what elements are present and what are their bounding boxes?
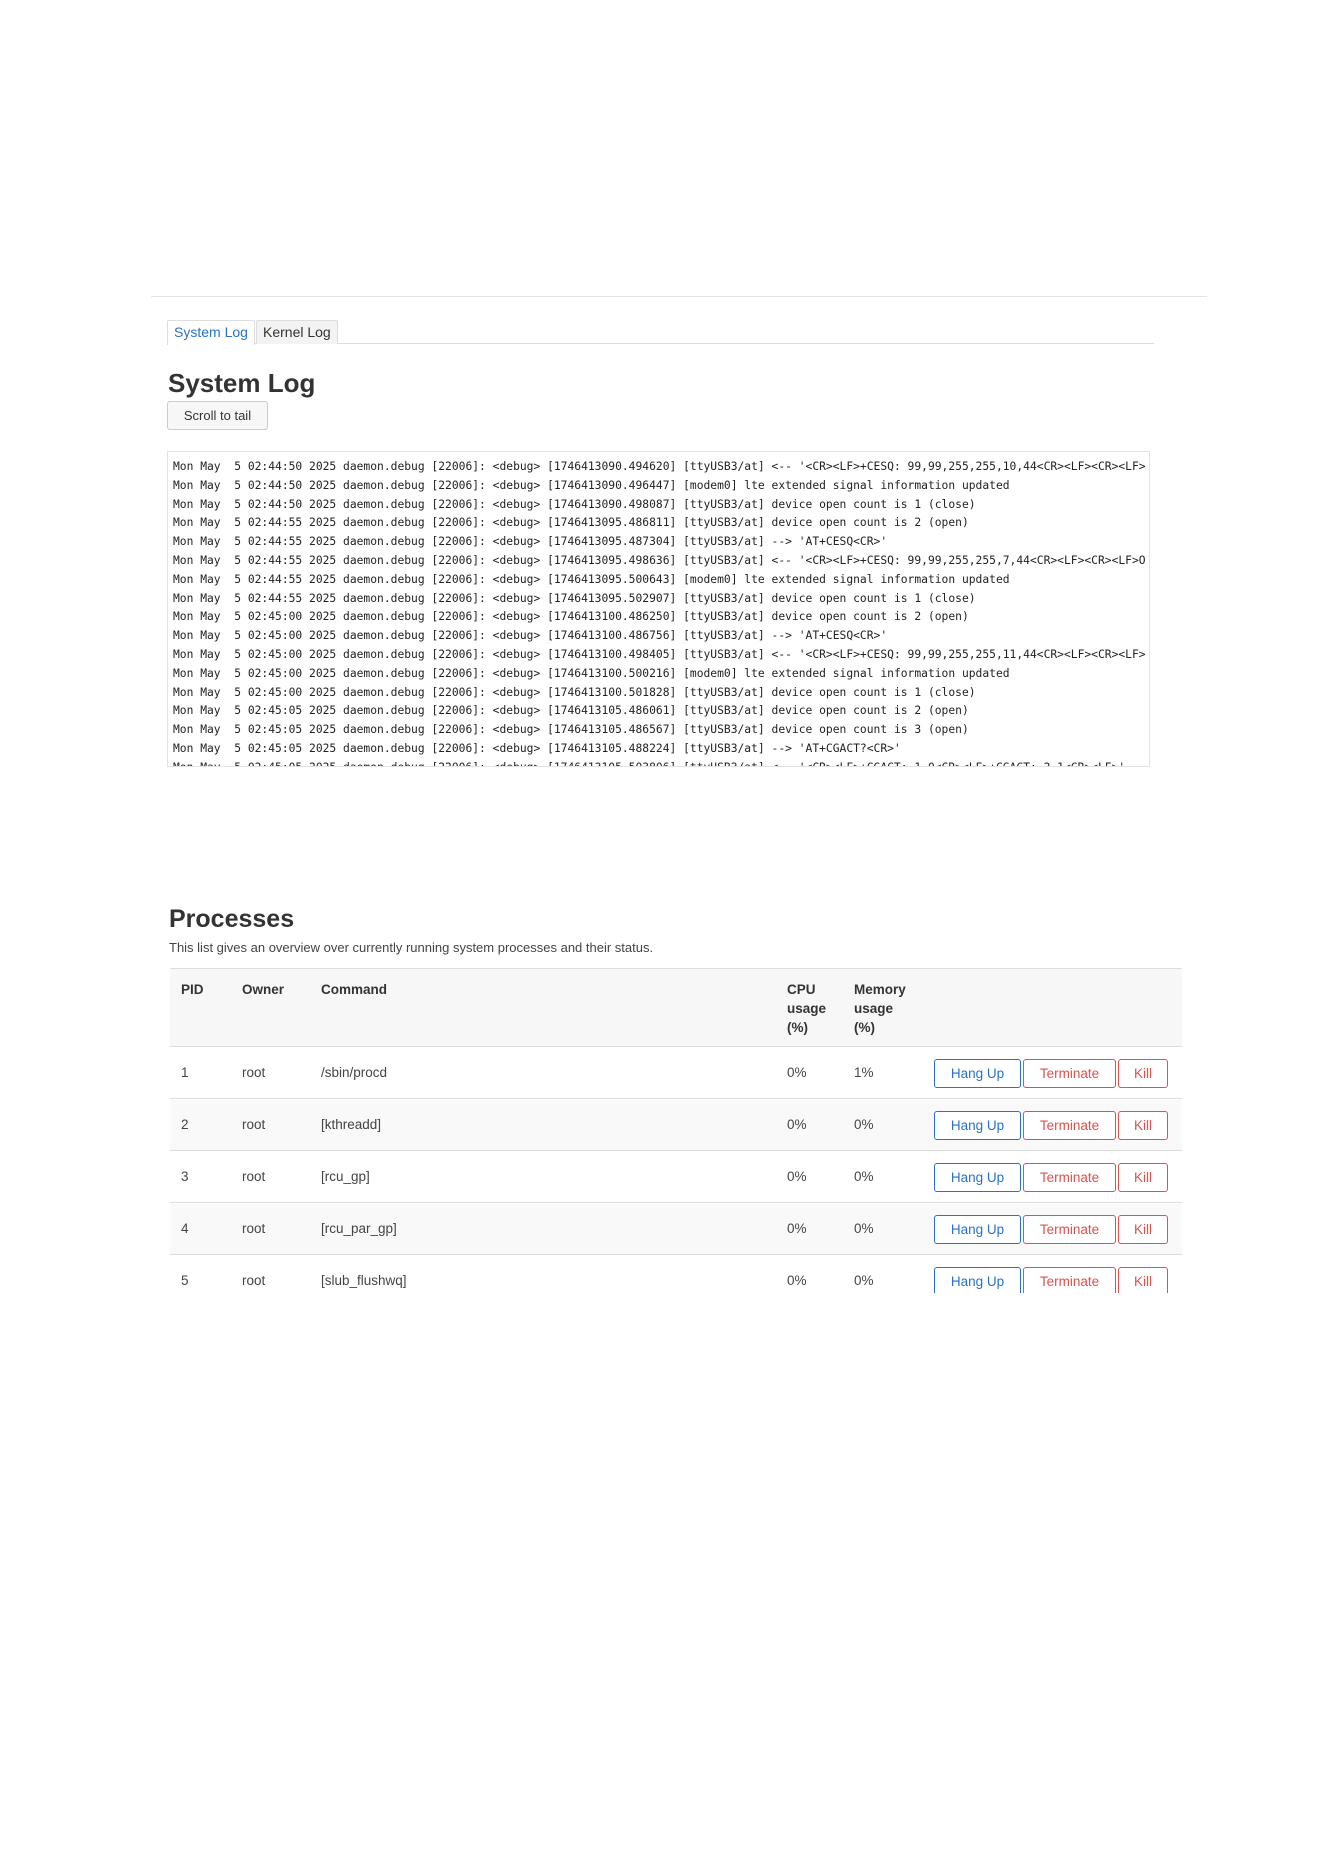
log-line: Mon May 5 02:44:55 2025 daemon.debug [22… [173, 516, 969, 530]
cell-pid: 2 [181, 1117, 189, 1132]
log-line: Mon May 5 02:45:00 2025 daemon.debug [22… [173, 610, 969, 624]
cell-memory: 0% [854, 1221, 874, 1236]
header-owner: Owner [242, 982, 285, 997]
header-cpu-line-1: CPU [787, 982, 816, 997]
header-pid: PID [181, 982, 204, 997]
table-header: PID Owner Command CPU usage (%) Memory u… [170, 969, 1182, 1047]
cell-command: [slub_flushwq] [321, 1273, 407, 1288]
cell-command: [kthreadd] [321, 1117, 382, 1132]
header-command: Command [321, 982, 388, 997]
hang-up-button[interactable]: Hang Up [934, 1267, 1021, 1293]
hang-up-button[interactable]: Hang Up [934, 1111, 1021, 1140]
log-line: Mon May 5 02:44:55 2025 daemon.debug [22… [173, 553, 1145, 567]
page-top-divider [151, 296, 1207, 297]
log-line: Mon May 5 02:45:00 2025 daemon.debug [22… [173, 629, 888, 643]
cell-cpu: 0% [787, 1221, 807, 1236]
processes-table: PID Owner Command CPU usage (%) Memory u… [170, 968, 1182, 1293]
cell-memory: 1% [854, 1065, 874, 1080]
log-line: Mon May 5 02:45:05 2025 daemon.debug [22… [173, 723, 969, 737]
cell-owner: root [242, 1065, 266, 1080]
table-row: 2 root [kthreadd] 0% 0% Hang Up Terminat… [170, 1100, 1182, 1151]
tab-kernel-log[interactable]: Kernel Log [256, 320, 338, 344]
cell-owner: root [242, 1117, 266, 1132]
header-memory-line-3: (%) [854, 1020, 875, 1035]
cell-pid: 5 [181, 1273, 189, 1288]
header-memory-line-2: usage [854, 1001, 894, 1016]
hang-up-button[interactable]: Hang Up [934, 1163, 1021, 1192]
cell-cpu: 0% [787, 1273, 807, 1288]
cell-cpu: 0% [787, 1117, 807, 1132]
cell-command: [rcu_gp] [321, 1169, 370, 1184]
log-line: Mon May 5 02:44:55 2025 daemon.debug [22… [173, 572, 1010, 586]
header-cpu-line-3: (%) [787, 1020, 808, 1035]
terminate-button[interactable]: Terminate [1023, 1163, 1116, 1192]
system-log-textarea[interactable]: Mon May 5 02:44:50 2025 daemon.debug [22… [167, 451, 1150, 767]
log-line: Mon May 5 02:45:00 2025 daemon.debug [22… [173, 647, 1145, 661]
cell-memory: 0% [854, 1273, 874, 1288]
table-row: 3 root [rcu_gp] 0% 0% Hang Up Terminate … [170, 1152, 1182, 1203]
header-memory-line-1: Memory [854, 982, 906, 997]
table-row: 5 root [slub_flushwq] 0% 0% Hang Up Term… [170, 1256, 1182, 1293]
log-line: Mon May 5 02:45:05 2025 daemon.debug [22… [173, 704, 969, 718]
log-line: Mon May 5 02:44:50 2025 daemon.debug [22… [173, 497, 976, 511]
terminate-button[interactable]: Terminate [1023, 1059, 1116, 1088]
kill-button[interactable]: Kill [1118, 1111, 1168, 1140]
log-line: Mon May 5 02:45:00 2025 daemon.debug [22… [173, 666, 1010, 680]
log-line: Mon May 5 02:44:55 2025 daemon.debug [22… [173, 591, 976, 605]
header-memory-usage: Memory usage (%) [854, 980, 906, 1037]
kill-button[interactable]: Kill [1118, 1163, 1168, 1192]
table-row: 1 root /sbin/procd 0% 1% Hang Up Termina… [170, 1048, 1182, 1099]
log-line: Mon May 5 02:45:05 2025 daemon.debug [22… [173, 759, 1145, 766]
cell-pid: 1 [181, 1065, 189, 1080]
cell-owner: root [242, 1273, 266, 1288]
cell-pid: 4 [181, 1221, 189, 1236]
log-tabs: System Log Kernel Log [167, 320, 1154, 345]
log-line: Mon May 5 02:44:50 2025 daemon.debug [22… [173, 460, 1145, 473]
terminate-button[interactable]: Terminate [1023, 1111, 1116, 1140]
terminate-button[interactable]: Terminate [1023, 1215, 1116, 1244]
log-line: Mon May 5 02:44:55 2025 daemon.debug [22… [173, 535, 888, 549]
cell-command: /sbin/procd [321, 1065, 388, 1080]
log-line: Mon May 5 02:45:05 2025 daemon.debug [22… [173, 741, 901, 755]
tab-system-log[interactable]: System Log [167, 320, 255, 345]
log-line: Mon May 5 02:44:50 2025 daemon.debug [22… [173, 478, 1010, 492]
cell-memory: 0% [854, 1117, 874, 1132]
table-row: 4 root [rcu_par_gp] 0% 0% Hang Up Termin… [170, 1204, 1182, 1255]
cell-pid: 3 [181, 1169, 189, 1184]
cell-owner: root [242, 1169, 266, 1184]
hang-up-button[interactable]: Hang Up [934, 1215, 1021, 1244]
cell-command: [rcu_par_gp] [321, 1221, 397, 1236]
terminate-button[interactable]: Terminate [1023, 1267, 1116, 1293]
cell-cpu: 0% [787, 1169, 807, 1184]
scroll-to-tail-button[interactable]: Scroll to tail [167, 401, 268, 430]
cell-cpu: 0% [787, 1065, 807, 1080]
cell-owner: root [242, 1221, 266, 1236]
header-cpu-line-2: usage [787, 1001, 827, 1016]
kill-button[interactable]: Kill [1118, 1215, 1168, 1244]
header-cpu-usage: CPU usage (%) [787, 980, 826, 1037]
system-log-title: System Log [168, 368, 316, 398]
processes-description: This list gives an overview over current… [169, 940, 654, 955]
kill-button[interactable]: Kill [1118, 1059, 1168, 1088]
log-line: Mon May 5 02:45:00 2025 daemon.debug [22… [173, 685, 976, 699]
kill-button[interactable]: Kill [1118, 1267, 1168, 1293]
hang-up-button[interactable]: Hang Up [934, 1059, 1021, 1088]
processes-title: Processes [169, 905, 295, 933]
cell-memory: 0% [854, 1169, 874, 1184]
